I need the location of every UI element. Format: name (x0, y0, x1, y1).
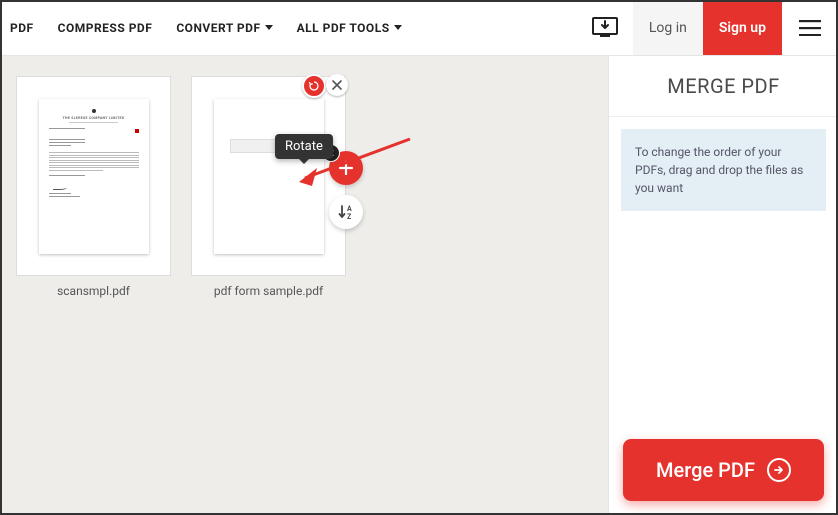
sidebar-hint: To change the order of your PDFs, drag a… (621, 129, 826, 211)
merge-cta-button[interactable]: Merge PDF (623, 439, 824, 501)
caret-down-icon (394, 25, 402, 30)
add-files-button[interactable]: 2 (329, 151, 363, 185)
rotate-button[interactable] (302, 74, 326, 98)
top-nav: PDF COMPRESS PDF CONVERT PDF ALL PDF TOO… (0, 0, 838, 56)
nav-item-pdf[interactable]: PDF (10, 21, 34, 35)
floating-actions: 2 A Z (329, 151, 363, 229)
login-label: Log in (649, 20, 687, 36)
sidebar-title: MERGE PDF (609, 56, 838, 117)
main-area: THE SLEREXE COMPANY LIMITED (0, 56, 838, 515)
file-name-label: pdf form sample.pdf (191, 284, 346, 298)
rotate-icon (308, 80, 320, 92)
right-sidebar: MERGE PDF To change the order of your PD… (608, 56, 838, 515)
arrow-right-circle-icon (767, 458, 791, 482)
file-name-label: scansmpl.pdf (16, 284, 171, 298)
caret-down-icon (265, 25, 273, 30)
file-count-badge: 2 (322, 144, 340, 162)
thumbnail-doc-preview: THE SLEREXE COMPANY LIMITED (39, 99, 149, 254)
svg-text:Z: Z (347, 213, 352, 221)
nav-item-all-tools[interactable]: ALL PDF TOOLS (297, 21, 402, 35)
nav-right: Log in Sign up (577, 0, 838, 55)
workspace: THE SLEREXE COMPANY LIMITED (0, 56, 608, 515)
menu-button[interactable] (782, 0, 838, 55)
hamburger-icon (799, 20, 821, 36)
remove-button[interactable] (326, 74, 348, 96)
merge-cta-label: Merge PDF (656, 458, 755, 482)
card-actions (302, 74, 348, 98)
desktop-app-button[interactable] (577, 0, 633, 55)
desktop-download-icon (592, 17, 618, 39)
file-thumbnail: THE SLEREXE COMPANY LIMITED (16, 76, 171, 276)
sort-az-button[interactable]: A Z (329, 195, 363, 229)
thumbnail-doc-preview (214, 99, 324, 254)
file-thumbnail (191, 76, 346, 276)
nav-item-compress[interactable]: COMPRESS PDF (58, 21, 153, 35)
nav-left: PDF COMPRESS PDF CONVERT PDF ALL PDF TOO… (0, 21, 402, 35)
nav-label: CONVERT PDF (176, 21, 260, 35)
svg-text:A: A (347, 205, 352, 213)
plus-icon (338, 160, 354, 176)
login-button[interactable]: Log in (633, 0, 703, 55)
nav-label: PDF (10, 21, 34, 35)
file-card[interactable]: pdf form sample.pdf (191, 76, 346, 298)
signup-label: Sign up (719, 20, 766, 36)
file-card[interactable]: THE SLEREXE COMPANY LIMITED (16, 76, 171, 298)
nav-label: COMPRESS PDF (58, 21, 153, 35)
signup-button[interactable]: Sign up (703, 0, 782, 55)
nav-item-convert[interactable]: CONVERT PDF (176, 21, 272, 35)
close-icon (332, 80, 342, 90)
sort-az-icon: A Z (337, 203, 355, 221)
nav-label: ALL PDF TOOLS (297, 21, 390, 35)
